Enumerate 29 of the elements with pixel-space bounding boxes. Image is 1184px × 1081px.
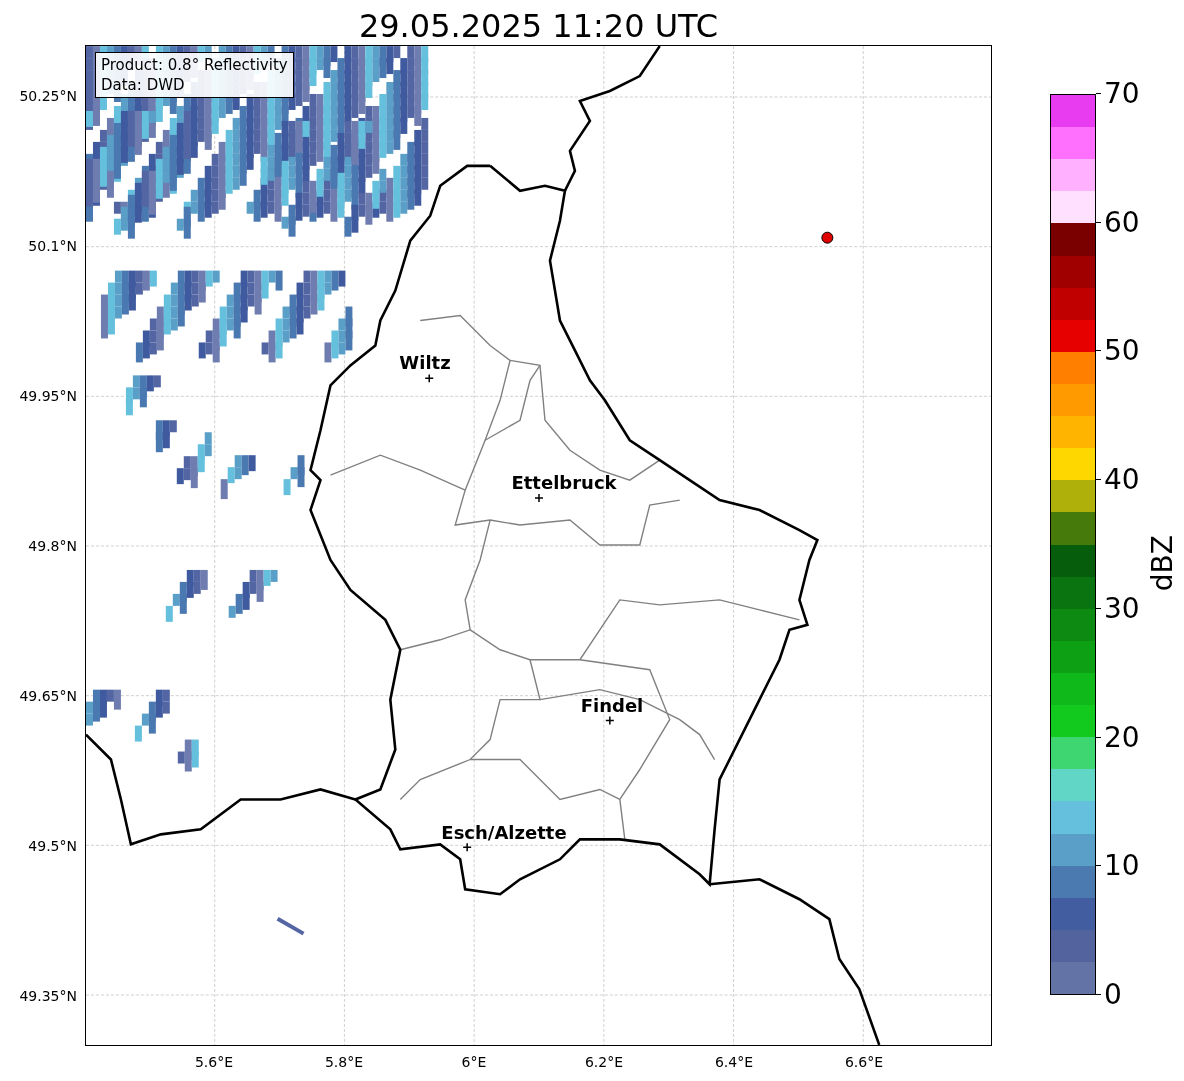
- latitude-label: 49.35°N: [19, 988, 77, 1004]
- latitude-label: 49.65°N: [19, 688, 77, 704]
- colorbar-tick-label: 20: [1096, 723, 1140, 752]
- colorbar-title: dBZ: [1145, 534, 1179, 592]
- city-label: Ettelbruck: [511, 473, 617, 493]
- colorbar-tick-label: 60: [1096, 208, 1140, 237]
- longitude-label: 6.6°E: [844, 1054, 884, 1070]
- chart-title: 29.05.2025 11:20 UTC: [357, 6, 720, 45]
- latitude-label: 49.5°N: [28, 838, 77, 854]
- city-label: Esch/Alzette: [441, 823, 567, 843]
- city-label: Findel: [580, 696, 644, 716]
- colorbar-tick-label: 0: [1096, 980, 1140, 1009]
- info-text: Data: DWD: [101, 75, 186, 95]
- latitude-label: 49.95°N: [19, 388, 77, 404]
- city-label: Wiltz: [399, 353, 451, 373]
- info-text: Product: 0.8° Reflectivity: [101, 55, 288, 75]
- latitude-label: 50.1°N: [28, 238, 77, 254]
- latitude-label: 50.25°N: [19, 88, 77, 104]
- longitude-label: 6.2°E: [584, 1054, 624, 1070]
- colorbar-tick-label: 30: [1096, 594, 1140, 623]
- colorbar-tick-label: 70: [1096, 80, 1140, 108]
- latitude-label: 49.8°N: [28, 538, 77, 554]
- longitude-label: 5.6°E: [194, 1054, 234, 1070]
- colorbar-tick-label: 10: [1096, 852, 1140, 881]
- colorbar-tick-label: 40: [1096, 466, 1140, 495]
- longitude-label: 6°E: [461, 1054, 487, 1070]
- longitude-label: 5.8°E: [324, 1054, 364, 1070]
- longitude-label: 6.4°E: [714, 1054, 754, 1070]
- colorbar-tick-label: 50: [1096, 337, 1140, 366]
